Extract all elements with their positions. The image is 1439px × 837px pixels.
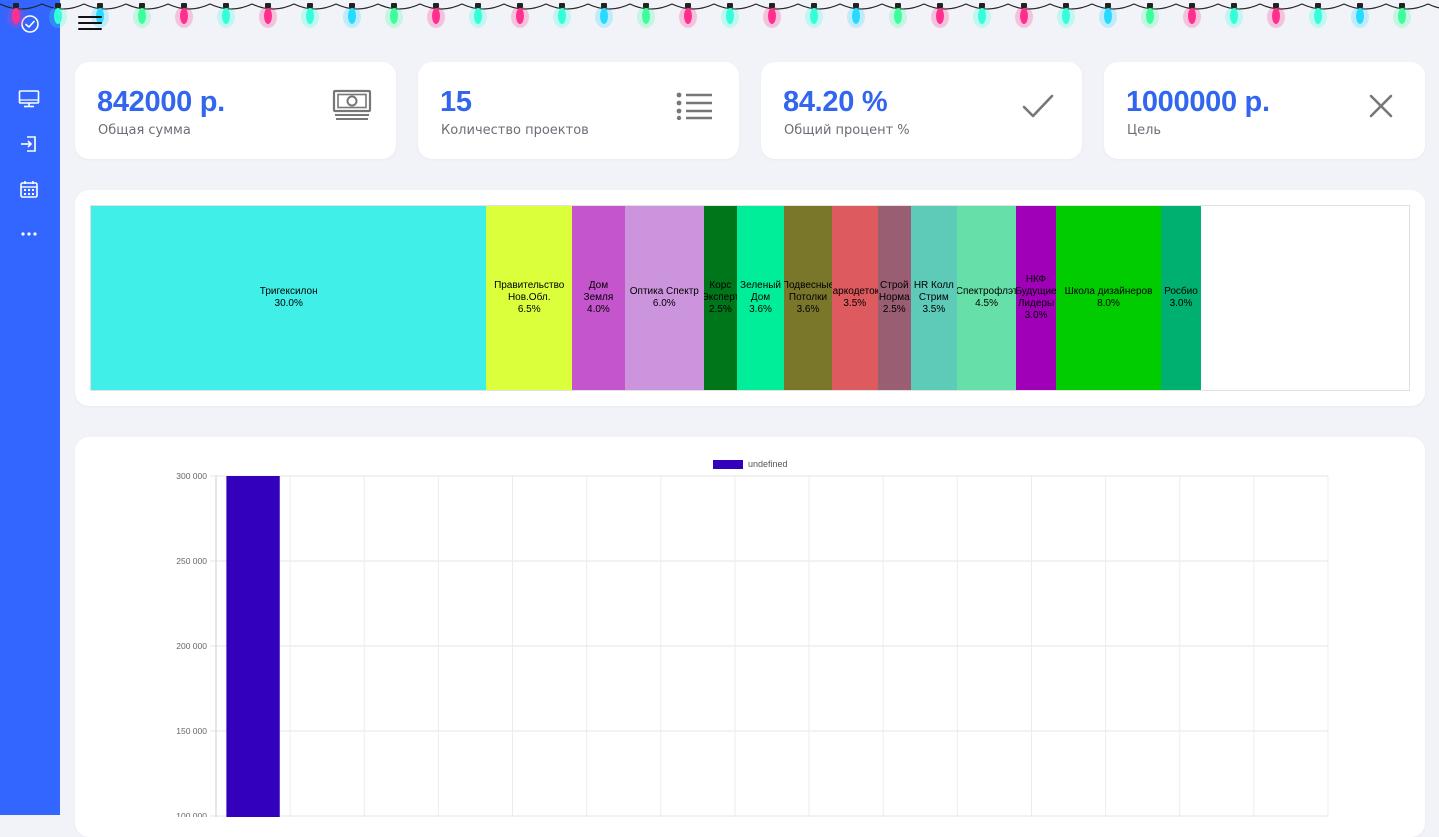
treemap-cell[interactable]: НКФ Будущие Лидеры 3.0% [1016,206,1056,390]
treemap-cell-label: Наркодетокс 3.5% [832,286,878,309]
money-icon [330,88,374,124]
treemap-cell[interactable]: Правительство Нов.Обл. 6.5% [486,206,573,390]
bar-chart: 300 000 250 000 200 000 150 000 100 000 [176,471,1329,817]
login-icon[interactable] [17,132,41,156]
treemap-card: Тригексилон 30.0% Правительство Нов.Обл. … [75,190,1425,406]
topbar [60,0,1439,48]
treemap-cell-label: Оптика Спектр 6.0% [629,286,699,309]
sidebar [0,0,60,815]
hamburger-icon[interactable] [78,16,102,34]
monitor-icon[interactable] [17,87,41,111]
stat-card-projects-count: 15 Количество проектов [418,62,739,159]
stat-label: Общий процент % [784,123,910,138]
treemap-cell-label: Дом Земля 4.0% [583,280,614,315]
treemap-cell-label: НКФ Будущие Лидеры 3.0% [1016,274,1056,321]
treemap-cell[interactable]: Спектрофлэт 4.5% [956,206,1017,390]
treemap-cell-label: Спектрофлэт 4.5% [956,286,1017,309]
list-icon [673,88,717,124]
treemap-cell[interactable]: Зеленый Дом 3.6% [736,206,785,390]
treemap-cell-label: Подвесные Потолки 3.6% [784,280,832,315]
treemap-cell[interactable]: Строй Норма 2.5% [877,206,911,390]
stat-value: 1000000 р. [1126,86,1270,118]
bar[interactable] [226,476,280,817]
treemap-cell-label: HR Колл Стрим 3.5% [913,280,954,315]
calendar-icon[interactable] [17,177,41,201]
more-icon[interactable] [17,222,41,246]
treemap-cell[interactable]: Школа дизайнеров 8.0% [1055,206,1162,390]
close-icon [1359,88,1403,124]
stat-value: 15 [440,86,472,118]
stat-label: Количество проектов [441,123,589,138]
treemap-cell-label: Тригексилон 30.0% [259,286,318,309]
y-tick-label: 250 000 [176,556,207,566]
treemap-cell[interactable]: Тригексилон 30.0% [91,206,487,390]
stat-value: 842000 р. [97,86,225,118]
treemap: Тригексилон 30.0% Правительство Нов.Обл. … [90,205,1410,391]
check-circle-icon[interactable] [18,12,42,36]
treemap-cell-label: Корс Эксперт 2.5% [703,280,737,315]
stat-label: Общая сумма [98,123,191,138]
treemap-cell-label: Строй Норма 2.5% [878,280,910,315]
bar-chart-card: undefined 300 000 250 000 200 000 150 000 10… [75,437,1425,837]
y-tick-label: 200 000 [176,641,207,651]
y-tick-label: 150 000 [176,726,207,736]
treemap-cell-label: Школа дизайнеров 8.0% [1064,286,1153,309]
treemap-cell[interactable]: Наркодетокс 3.5% [831,206,878,390]
treemap-cell[interactable]: Оптика Спектр 6.0% [624,206,704,390]
treemap-cell[interactable]: Дом Земля 4.0% [572,206,625,390]
treemap-cell-label: Правительство Нов.Обл. 6.5% [494,280,565,315]
treemap-cell[interactable]: Подвесные Потолки 3.6% [784,206,832,390]
check-icon [1016,88,1060,124]
y-tick-label: 100 000 [176,811,207,817]
treemap-cell[interactable]: Корс Эксперт 2.5% [703,206,737,390]
stat-card-total-percent: 84.20 % Общий процент % [761,62,1082,159]
treemap-cell-label: Зеленый Дом 3.6% [740,280,782,315]
treemap-cell-label: Росбио 3.0% [1164,286,1198,309]
stat-card-total-sum: 842000 р. Общая сумма [75,62,396,159]
y-tick-label: 300 000 [176,471,207,481]
treemap-cell[interactable]: Росбио 3.0% [1161,206,1201,390]
stat-card-goal: 1000000 р. Цель [1104,62,1425,159]
treemap-cell[interactable]: HR Колл Стрим 3.5% [910,206,957,390]
stat-value: 84.20 % [783,86,888,118]
stat-label: Цель [1127,123,1162,138]
